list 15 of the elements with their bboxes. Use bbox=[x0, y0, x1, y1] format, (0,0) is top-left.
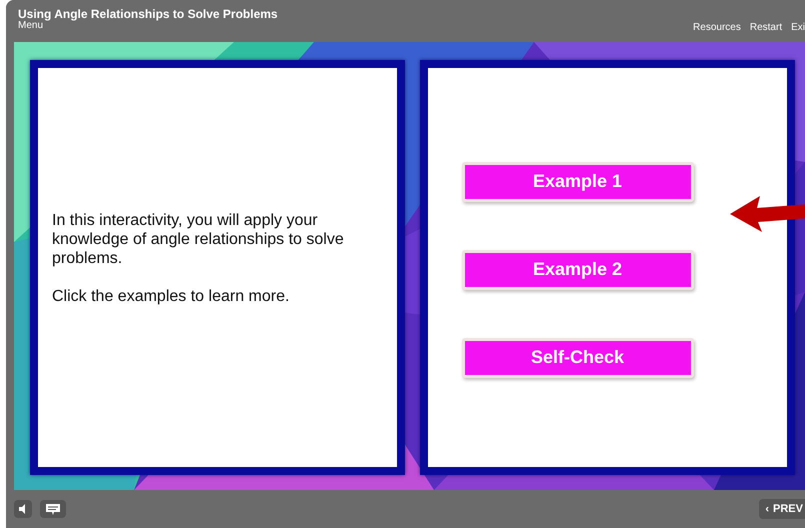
example-button[interactable]: Example 2 bbox=[462, 250, 694, 290]
prev-button[interactable]: ‹ PREV bbox=[759, 499, 805, 519]
instruction-text: In this interactivity, you will apply your knowledge of angle relationships to solve problems. bbox=[52, 210, 345, 268]
header-link[interactable]: Restart bbox=[750, 22, 782, 33]
header-link[interactable]: Exi bbox=[791, 22, 805, 33]
volume-button[interactable] bbox=[14, 500, 32, 518]
example-button[interactable]: Example 1 bbox=[462, 162, 694, 202]
speaker-icon bbox=[18, 504, 28, 514]
menu-link[interactable]: Menu bbox=[18, 21, 278, 31]
captions-button[interactable] bbox=[40, 500, 66, 518]
example-button[interactable]: Self-Check bbox=[462, 338, 694, 378]
instruction-text: Click the examples to learn more. bbox=[52, 286, 290, 306]
course-title: Using Angle Relationships to Solve Problems bbox=[18, 8, 278, 21]
header-link[interactable]: Resources bbox=[693, 22, 741, 33]
speech-bubble-icon bbox=[45, 502, 61, 516]
